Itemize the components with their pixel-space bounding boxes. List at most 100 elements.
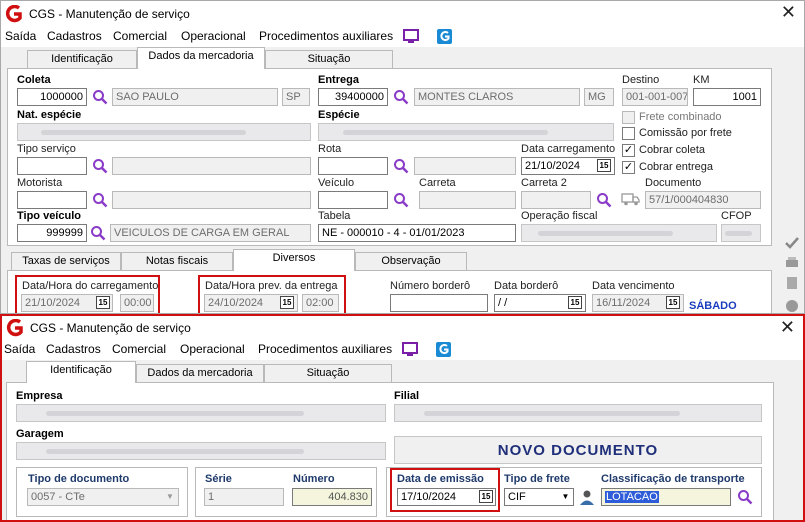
numero-label: Número xyxy=(293,473,335,485)
nat-especie-label: Nat. espécie xyxy=(17,109,82,121)
menu-saida[interactable]: Saída xyxy=(4,342,35,356)
tipo-veiculo-label: Tipo veículo xyxy=(17,210,81,222)
menu-procedimentos[interactable]: Procedimentos auxiliares xyxy=(258,342,392,356)
entrega-uf: MG xyxy=(584,88,614,106)
tab-identificacao[interactable]: Identificação xyxy=(26,361,136,383)
tab-situacao[interactable]: Situação xyxy=(264,364,392,383)
km-label: KM xyxy=(693,74,710,86)
title-bar: CGS - Manutenção de serviço ✕ xyxy=(2,316,803,340)
weekday-label: SÁBADO xyxy=(689,300,737,312)
calendar-icon[interactable]: 15 xyxy=(96,296,110,309)
printer-icon[interactable] xyxy=(784,256,800,270)
close-icon[interactable]: ✕ xyxy=(781,3,796,21)
dh-carregamento-label: Data/Hora do carregamento xyxy=(22,280,159,292)
tab-situacao[interactable]: Situação xyxy=(265,50,393,69)
dropdown-arrow-icon[interactable]: ▼ xyxy=(558,489,573,505)
rota-input[interactable] xyxy=(318,157,388,175)
tabela-label: Tabela xyxy=(318,210,351,222)
menu-procedimentos[interactable]: Procedimentos auxiliares xyxy=(259,29,393,43)
magnifier-icon[interactable] xyxy=(393,89,409,105)
garagem-label: Garagem xyxy=(16,428,64,440)
person-icon[interactable] xyxy=(578,488,596,506)
data-vencimento-label: Data vencimento xyxy=(592,280,675,292)
cobrar-entrega-checkbox[interactable]: ✓ xyxy=(622,161,635,174)
magnifier-icon[interactable] xyxy=(393,158,409,174)
frete-combinado-checkbox xyxy=(622,111,635,124)
magnifier-icon[interactable] xyxy=(393,192,409,208)
tab-dados-mercadoria[interactable]: Dados da mercadoria xyxy=(137,47,265,69)
motorista-input[interactable] xyxy=(17,191,87,209)
operacao-fiscal-input xyxy=(521,224,717,242)
veiculo-input[interactable] xyxy=(318,191,388,209)
window-background: CGS - Manutenção de serviço ✕ Saída Cada… xyxy=(0,0,805,314)
numero-bordero-input[interactable] xyxy=(390,294,488,312)
especie-input[interactable] xyxy=(318,123,614,141)
empresa-input xyxy=(16,404,386,422)
tab-observacao[interactable]: Observação xyxy=(355,252,467,271)
window-title: CGS - Manutenção de serviço xyxy=(30,321,191,335)
tipo-veiculo-input[interactable]: 999999 xyxy=(17,224,87,242)
serie-input: 1 xyxy=(204,488,284,506)
data-emissao-label: Data de emissão xyxy=(397,473,484,485)
tipo-servico-desc xyxy=(112,157,311,175)
g-app-icon[interactable] xyxy=(437,29,452,44)
magnifier-icon[interactable] xyxy=(92,89,108,105)
novo-documento-banner: NOVO DOCUMENTO xyxy=(394,436,762,464)
main-tabs: Identificação Dados da mercadoria Situaç… xyxy=(1,47,804,69)
cobrar-coleta-checkbox[interactable]: ✓ xyxy=(622,144,635,157)
filial-label: Filial xyxy=(394,390,420,402)
magnifier-icon[interactable] xyxy=(737,489,753,505)
menu-comercial[interactable]: Comercial xyxy=(112,342,166,356)
calendar-icon[interactable]: 15 xyxy=(568,296,582,309)
nat-especie-input[interactable] xyxy=(17,123,311,141)
tab-diversos[interactable]: Diversos xyxy=(233,249,355,271)
menu-comercial[interactable]: Comercial xyxy=(113,29,167,43)
documento-label: Documento xyxy=(645,177,702,189)
menu-cadastros[interactable]: Cadastros xyxy=(46,342,101,356)
menu-operacional[interactable]: Operacional xyxy=(180,342,245,356)
close-icon[interactable]: ✕ xyxy=(780,318,795,336)
dh-carregamento-time: 00:00 xyxy=(120,294,154,312)
dropdown-arrow-icon[interactable]: ▼ xyxy=(162,489,178,505)
calendar-icon[interactable]: 15 xyxy=(280,296,294,309)
coleta-input[interactable]: 1000000 xyxy=(17,88,87,106)
data-bordero-label: Data borderô xyxy=(494,280,559,292)
calendar-icon[interactable]: 15 xyxy=(666,296,680,309)
magnifier-icon[interactable] xyxy=(92,158,108,174)
classificacao-input[interactable]: LOTACAO xyxy=(601,488,731,506)
check-icon[interactable] xyxy=(784,236,800,250)
tab-taxas-servicos[interactable]: Taxas de serviços xyxy=(11,252,121,271)
magnifier-icon[interactable] xyxy=(90,225,106,241)
tabela-input[interactable]: NE - 000010 - 4 - 01/01/2023 xyxy=(318,224,516,242)
tab-identificacao[interactable]: Identificação xyxy=(27,50,137,69)
tipo-servico-label: Tipo serviço xyxy=(17,143,76,155)
menu-saida[interactable]: Saída xyxy=(5,29,36,43)
tab-notas-fiscais[interactable]: Notas fiscais xyxy=(121,252,233,271)
destino-input: 001-001-007 xyxy=(622,88,688,106)
sub-tabs: Taxas de serviços Notas fiscais Diversos… xyxy=(1,249,804,271)
calendar-icon[interactable]: 15 xyxy=(597,159,611,172)
calendar-icon[interactable]: 15 xyxy=(479,490,493,503)
comissao-frete-checkbox[interactable] xyxy=(622,127,635,140)
monitor-icon[interactable] xyxy=(402,342,418,357)
circle-icon[interactable] xyxy=(784,298,800,312)
document-icon[interactable] xyxy=(784,276,800,290)
especie-label: Espécie xyxy=(318,109,360,121)
numero-bordero-label: Número borderô xyxy=(390,280,471,292)
window-title: CGS - Manutenção de serviço xyxy=(29,7,190,21)
classificacao-selected-text: LOTACAO xyxy=(605,491,659,503)
coleta-label: Coleta xyxy=(17,74,51,86)
monitor-icon[interactable] xyxy=(403,29,419,44)
g-app-icon[interactable] xyxy=(436,342,451,357)
entrega-input[interactable]: 39400000 xyxy=(318,88,388,106)
magnifier-icon[interactable] xyxy=(596,192,612,208)
entrega-city: MONTES CLAROS xyxy=(414,88,580,106)
tab-dados-mercadoria[interactable]: Dados da mercadoria xyxy=(136,364,264,383)
veiculo-label: Veículo xyxy=(318,177,355,189)
magnifier-icon[interactable] xyxy=(92,192,108,208)
tipo-servico-input[interactable] xyxy=(17,157,87,175)
km-input[interactable]: 1001 xyxy=(693,88,761,106)
menu-cadastros[interactable]: Cadastros xyxy=(47,29,102,43)
menu-operacional[interactable]: Operacional xyxy=(181,29,246,43)
truck-icon xyxy=(621,193,640,206)
